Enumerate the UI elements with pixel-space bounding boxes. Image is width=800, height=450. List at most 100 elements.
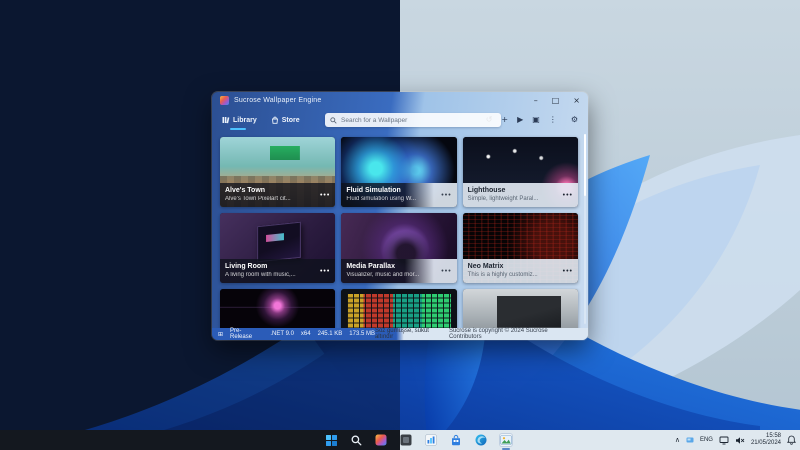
card-desc: A living room with music,... bbox=[225, 272, 296, 279]
store-icon bbox=[271, 116, 279, 124]
wallpaper-card-media-parallax[interactable]: Media Parallax Visualizer, music and mor… bbox=[341, 213, 456, 283]
task-manager-icon bbox=[425, 434, 437, 446]
taskbar: ∧ ENG 15:58 21/05/2024 bbox=[0, 430, 800, 450]
close-button[interactable]: × bbox=[573, 97, 580, 105]
add-wallpaper-icon[interactable]: + bbox=[501, 116, 508, 124]
scrollbar-thumb[interactable] bbox=[584, 134, 586, 196]
card-title: Fluid Simulation bbox=[346, 187, 416, 195]
search-icon bbox=[330, 117, 337, 124]
wallpaper-card-lighthouse[interactable]: Lighthouse Simple, lightweight Paral... … bbox=[463, 137, 578, 207]
slideshow-icon[interactable]: ▣ bbox=[532, 116, 540, 124]
system-tray: ∧ ENG 15:58 21/05/2024 bbox=[675, 430, 796, 450]
taskbar-center bbox=[324, 430, 513, 450]
card-title: Lighthouse bbox=[468, 187, 539, 195]
wallpaper-card-motherboard[interactable] bbox=[463, 289, 578, 328]
desktop: Sucrose Wallpaper Engine – □ × Library bbox=[0, 0, 800, 450]
taskbar-search-button[interactable] bbox=[349, 433, 363, 447]
clock[interactable]: 15:58 21/05/2024 bbox=[751, 433, 781, 448]
volume-muted-icon[interactable] bbox=[735, 436, 745, 445]
library-icon bbox=[222, 116, 230, 124]
scrollbar-track[interactable] bbox=[584, 134, 586, 324]
wallpaper-card-living-room[interactable]: Living Room A living room with music,...… bbox=[220, 213, 335, 283]
taskbar-dark-app[interactable] bbox=[399, 433, 413, 447]
windows-logo-icon bbox=[326, 435, 337, 446]
card-more-button[interactable]: ••• bbox=[563, 192, 573, 199]
card-title: Alve's Town bbox=[225, 187, 291, 195]
card-desc: Alve's Town Pixelart cit... bbox=[225, 196, 291, 203]
tab-library[interactable]: Library bbox=[222, 109, 257, 131]
taskbar-store[interactable] bbox=[449, 433, 463, 447]
more-menu-icon[interactable]: ⋮ bbox=[549, 116, 557, 124]
card-more-button[interactable]: ••• bbox=[441, 268, 451, 275]
window-controls: – □ × bbox=[534, 97, 580, 105]
card-more-button[interactable]: ••• bbox=[563, 268, 573, 275]
app-logo-icon bbox=[220, 96, 229, 105]
card-more-button[interactable]: ••• bbox=[320, 268, 330, 275]
minimize-button[interactable]: – bbox=[534, 97, 538, 105]
statusbar-left: ⊞ Pre-Release .NET 9.0 x64 245.1 KB 173.… bbox=[218, 328, 375, 340]
language-indicator[interactable]: ENG bbox=[700, 437, 713, 443]
statusbar: ⊞ Pre-Release .NET 9.0 x64 245.1 KB 173.… bbox=[212, 328, 588, 340]
notifications-bell-icon[interactable] bbox=[787, 435, 796, 445]
status-memory-usage: 173.5 MB bbox=[349, 331, 375, 337]
sucrose-app-icon bbox=[375, 434, 387, 446]
search-icon bbox=[351, 435, 362, 446]
taskbar-photos-active-app[interactable] bbox=[499, 433, 513, 447]
titlebar: Sucrose Wallpaper Engine – □ × bbox=[212, 92, 588, 109]
wallpaper-card-alves-town[interactable]: Alve's Town Alve's Town Pixelart cit... … bbox=[220, 137, 335, 207]
card-title: Media Parallax bbox=[346, 263, 419, 271]
card-desc: Visualizer, music and mor... bbox=[346, 272, 419, 279]
card-label: Neo Matrix This is a highly customiz... … bbox=[463, 259, 578, 283]
status-prerelease: Pre-Release bbox=[230, 328, 263, 340]
microsoft-store-icon bbox=[450, 434, 462, 446]
card-more-button[interactable]: ••• bbox=[320, 192, 330, 199]
tray-expand-chevron-icon[interactable]: ∧ bbox=[675, 436, 680, 444]
search-box[interactable] bbox=[325, 113, 501, 127]
sucrose-app-window: Sucrose Wallpaper Engine – □ × Library bbox=[212, 92, 588, 340]
card-desc: Simple, lightweight Paral... bbox=[468, 196, 539, 203]
wallpaper-grid: Alve's Town Alve's Town Pixelart cit... … bbox=[212, 131, 588, 328]
status-network-usage: 245.1 KB bbox=[318, 331, 343, 337]
play-icon[interactable]: ▶ bbox=[517, 116, 523, 124]
taskbar-task-manager[interactable] bbox=[424, 433, 438, 447]
statusbar-message: Söz gümüşse, sükût altındır bbox=[375, 328, 449, 340]
window-title: Sucrose Wallpaper Engine bbox=[234, 97, 321, 104]
tray-app-icon[interactable] bbox=[686, 436, 694, 444]
maximize-button[interactable]: □ bbox=[552, 97, 560, 105]
card-label: Living Room A living room with music,...… bbox=[220, 259, 335, 283]
network-icon[interactable] bbox=[719, 436, 729, 445]
photos-icon bbox=[500, 434, 512, 446]
wallpaper-thumbnail bbox=[220, 289, 335, 328]
status-arch: x64 bbox=[301, 331, 311, 337]
dark-app-icon bbox=[400, 434, 412, 446]
wallpaper-thumbnail bbox=[341, 289, 456, 328]
wallpaper-card-neo-matrix[interactable]: Neo Matrix This is a highly customiz... … bbox=[463, 213, 578, 283]
wallpaper-card-fluid-simulation[interactable]: Fluid Simulation Fluid simulation using … bbox=[341, 137, 456, 207]
prerelease-icon: ⊞ bbox=[218, 331, 223, 338]
card-desc: This is a highly customiz... bbox=[468, 272, 538, 279]
start-button[interactable] bbox=[324, 433, 338, 447]
edge-browser-icon bbox=[475, 434, 487, 446]
wallpaper-thumbnail bbox=[463, 289, 578, 328]
tab-library-label: Library bbox=[233, 117, 257, 124]
tab-store[interactable]: Store bbox=[271, 109, 300, 131]
status-dotnet: .NET 9.0 bbox=[270, 331, 294, 337]
wallpaper-card-jellyfish[interactable] bbox=[220, 289, 335, 328]
tray-time: 15:58 bbox=[751, 433, 781, 441]
taskbar-edge[interactable] bbox=[474, 433, 488, 447]
wallpaper-card-periodic-table[interactable] bbox=[341, 289, 456, 328]
card-title: Living Room bbox=[225, 263, 296, 271]
card-label: Fluid Simulation Fluid simulation using … bbox=[341, 183, 456, 207]
search-input[interactable] bbox=[341, 117, 496, 124]
settings-icon[interactable]: ⚙ bbox=[571, 116, 578, 124]
card-label: Media Parallax Visualizer, music and mor… bbox=[341, 259, 456, 283]
navbar: Library Store ↺ + ▶ ▣ bbox=[212, 109, 588, 131]
card-label: Lighthouse Simple, lightweight Paral... … bbox=[463, 183, 578, 207]
card-title: Neo Matrix bbox=[468, 263, 538, 271]
tab-store-label: Store bbox=[282, 117, 300, 124]
card-desc: Fluid simulation using W... bbox=[346, 196, 416, 203]
card-more-button[interactable]: ••• bbox=[441, 192, 451, 199]
card-label: Alve's Town Alve's Town Pixelart cit... … bbox=[220, 183, 335, 207]
statusbar-copyright: Sucrose is copyright © 2024 Sucrose Cont… bbox=[449, 328, 582, 340]
taskbar-sucrose-app[interactable] bbox=[374, 433, 388, 447]
